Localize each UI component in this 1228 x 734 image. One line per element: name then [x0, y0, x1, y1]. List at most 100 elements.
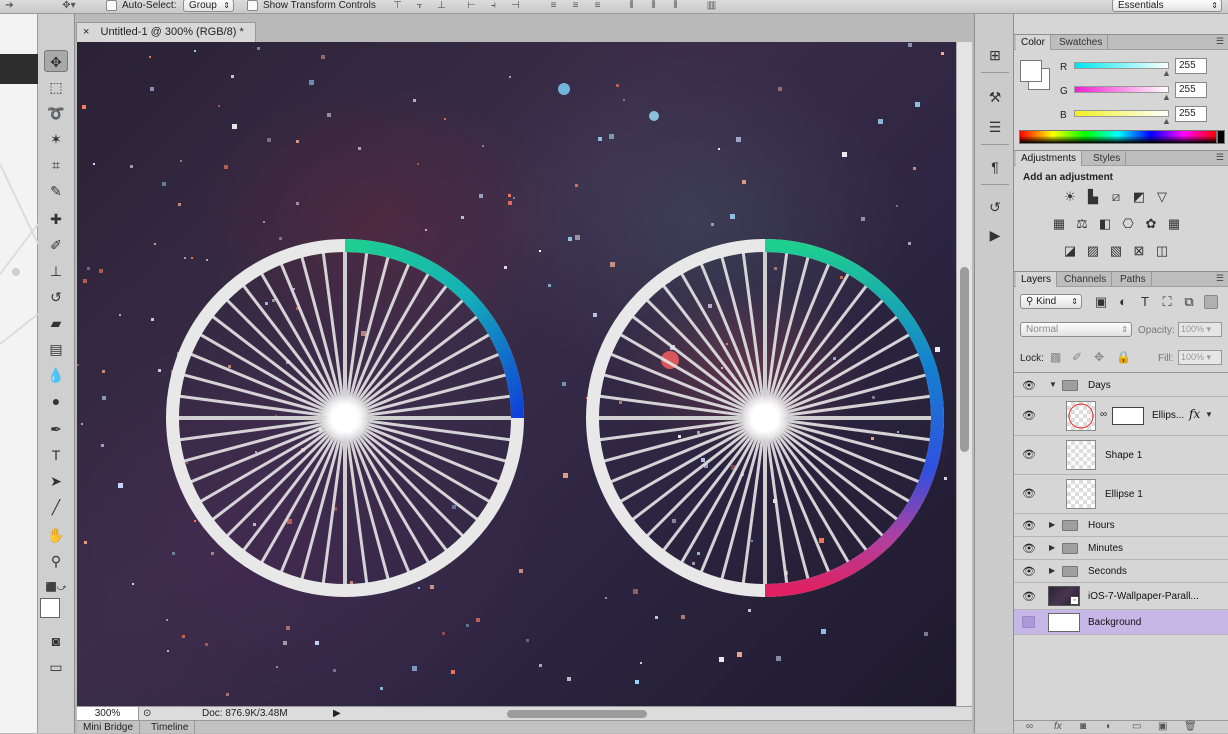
- layer-row[interactable]: 👁 ▶ Minutes: [1014, 537, 1228, 560]
- tab-color[interactable]: Color: [1016, 35, 1051, 50]
- visibility-eye-icon[interactable]: 👁: [1022, 590, 1036, 603]
- align-bottom-icon[interactable]: ⊥: [436, 0, 447, 11]
- layer-row[interactable]: 👁 ▶ Hours: [1014, 514, 1228, 537]
- back-icon[interactable]: ➔: [4, 0, 15, 11]
- green-value-field[interactable]: 255: [1175, 82, 1207, 98]
- line-tool-icon[interactable]: ╱: [44, 496, 68, 518]
- black-white-swatch[interactable]: [1217, 130, 1225, 144]
- chevron-right-icon[interactable]: ▶: [1049, 520, 1055, 529]
- visibility-eye-icon[interactable]: 👁: [1022, 519, 1036, 532]
- lasso-tool-icon[interactable]: ➰: [44, 102, 68, 124]
- chevron-right-icon[interactable]: ▶: [1049, 566, 1055, 575]
- slider-green-track[interactable]: [1074, 86, 1169, 93]
- quick-mask-icon[interactable]: ◙: [44, 630, 68, 652]
- panel-menu-icon[interactable]: ☰: [1216, 152, 1224, 163]
- show-transform-checkbox[interactable]: [247, 0, 258, 11]
- vertical-scrollbar[interactable]: [956, 42, 972, 706]
- link-icon[interactable]: ∞: [1100, 409, 1107, 420]
- layer-row[interactable]: 👁 ▼ Days: [1014, 375, 1228, 397]
- color-lookup-icon[interactable]: ▦: [1165, 216, 1183, 232]
- fill-field[interactable]: 100% ▾: [1178, 350, 1222, 365]
- distribute-bottom-icon[interactable]: ≡: [592, 0, 603, 11]
- zoom-tool-icon[interactable]: ⚲: [44, 550, 68, 572]
- layer-row[interactable]: 👁 ▫ iOS-7-Wallpaper-Parall...: [1014, 583, 1228, 610]
- gradient-map-icon[interactable]: ◫: [1153, 243, 1171, 259]
- visibility-toggle[interactable]: [1022, 616, 1035, 628]
- slider-thumb-icon[interactable]: ▲: [1162, 92, 1171, 102]
- dodge-tool-icon[interactable]: ●: [44, 390, 68, 412]
- threshold-icon[interactable]: ▧: [1107, 243, 1125, 259]
- document-tab[interactable]: × Untitled-1 @ 300% (RGB/8) *: [76, 22, 256, 42]
- chevron-down-icon[interactable]: ▼: [1205, 410, 1213, 419]
- color-spectrum-ramp[interactable]: [1019, 130, 1217, 144]
- tool-presets-icon[interactable]: ⚒: [983, 86, 1007, 108]
- lock-transparent-icon[interactable]: ▩: [1050, 350, 1061, 364]
- magic-wand-tool-icon[interactable]: ✶: [44, 128, 68, 150]
- blue-value-field[interactable]: 255: [1175, 106, 1207, 122]
- auto-select-dropdown[interactable]: Group ⇕: [183, 0, 234, 12]
- document-canvas[interactable]: [77, 42, 956, 706]
- slider-red-track[interactable]: [1074, 62, 1169, 69]
- tab-channels[interactable]: Channels: [1059, 272, 1113, 287]
- filter-shape-icon[interactable]: ⛶: [1158, 294, 1176, 310]
- add-mask-icon[interactable]: ◙: [1080, 721, 1086, 732]
- align-vcenter-icon[interactable]: ⫟: [414, 0, 425, 11]
- pen-tool-icon[interactable]: ✒: [44, 418, 68, 440]
- exposure-icon[interactable]: ◩: [1130, 189, 1148, 205]
- distribute-top-icon[interactable]: ≡: [548, 0, 559, 11]
- tab-timeline[interactable]: Timeline: [145, 721, 196, 734]
- distribute-right-icon[interactable]: ⦀: [670, 0, 681, 11]
- align-left-icon[interactable]: ⊢: [466, 0, 477, 11]
- visibility-eye-icon[interactable]: 👁: [1022, 487, 1036, 500]
- layer-row[interactable]: 👁 Shape 1: [1014, 436, 1228, 475]
- invert-icon[interactable]: ◪: [1061, 243, 1079, 259]
- vertical-scroll-thumb[interactable]: [960, 267, 969, 452]
- filter-smart-object-icon[interactable]: ⧉: [1180, 294, 1198, 310]
- blend-mode-dropdown[interactable]: Normal ⇕: [1020, 322, 1132, 337]
- tab-layers[interactable]: Layers: [1016, 272, 1058, 287]
- history-brush-tool-icon[interactable]: ↺: [44, 286, 68, 308]
- align-hcenter-icon[interactable]: ⫞: [488, 0, 499, 11]
- hand-tool-icon[interactable]: ✋: [44, 524, 68, 546]
- red-value-field[interactable]: 255: [1175, 58, 1207, 74]
- slider-thumb-icon[interactable]: ▲: [1162, 68, 1171, 78]
- vibrance-icon[interactable]: ▽: [1153, 189, 1171, 205]
- lock-all-icon[interactable]: 🔒: [1116, 350, 1131, 364]
- opacity-field[interactable]: 100% ▾: [1178, 322, 1222, 337]
- slider-blue-track[interactable]: [1074, 110, 1169, 117]
- layer-row[interactable]: 👁 ∞ Ellips... fx ▼: [1014, 397, 1228, 436]
- fx-badge[interactable]: fx: [1189, 407, 1200, 421]
- curves-icon[interactable]: ⧄: [1107, 189, 1125, 205]
- delete-layer-icon[interactable]: 🗑: [1184, 721, 1197, 732]
- swap-colors-icon[interactable]: ⬛⤻: [44, 576, 68, 598]
- slider-thumb-icon[interactable]: ▲: [1162, 116, 1171, 126]
- crop-tool-icon[interactable]: ⌗: [44, 154, 68, 176]
- visibility-eye-icon[interactable]: 👁: [1022, 565, 1036, 578]
- path-selection-tool-icon[interactable]: ➤: [44, 470, 68, 492]
- layer-filter-dropdown[interactable]: ⚲ Kind ⇕: [1020, 294, 1082, 309]
- selective-color-icon[interactable]: ⊠: [1130, 243, 1148, 259]
- filter-toggle[interactable]: [1204, 295, 1218, 309]
- properties-icon[interactable]: ☰: [983, 116, 1007, 138]
- panel-menu-icon[interactable]: ☰: [1216, 273, 1224, 284]
- color-balance-icon[interactable]: ⚖: [1073, 216, 1091, 232]
- clone-stamp-tool-icon[interactable]: ⊥: [44, 260, 68, 282]
- tab-adjustments[interactable]: Adjustments: [1016, 151, 1083, 166]
- brightness-icon[interactable]: ☀: [1061, 189, 1079, 205]
- lock-pixels-icon[interactable]: ✐: [1072, 350, 1082, 364]
- layer-row[interactable]: 👁 Ellipse 1: [1014, 475, 1228, 514]
- eraser-tool-icon[interactable]: ▰: [44, 312, 68, 334]
- visibility-eye-icon[interactable]: 👁: [1022, 379, 1036, 392]
- character-icon[interactable]: ¶: [983, 156, 1007, 178]
- screen-mode-icon[interactable]: ▭: [44, 656, 68, 678]
- vector-mask-thumbnail[interactable]: [1112, 407, 1144, 425]
- filter-adjustment-icon[interactable]: ◐: [1114, 294, 1132, 310]
- align-top-icon[interactable]: ⊤: [392, 0, 403, 11]
- gradient-tool-icon[interactable]: ▤: [44, 338, 68, 360]
- tab-mini-bridge[interactable]: Mini Bridge: [77, 721, 141, 734]
- marquee-tool-icon[interactable]: ⬚: [44, 76, 68, 98]
- auto-select-checkbox[interactable]: [106, 0, 117, 11]
- visibility-eye-icon[interactable]: 👁: [1022, 542, 1036, 555]
- visibility-eye-icon[interactable]: 👁: [1022, 448, 1036, 461]
- new-adjustment-icon[interactable]: ◐: [1106, 721, 1112, 732]
